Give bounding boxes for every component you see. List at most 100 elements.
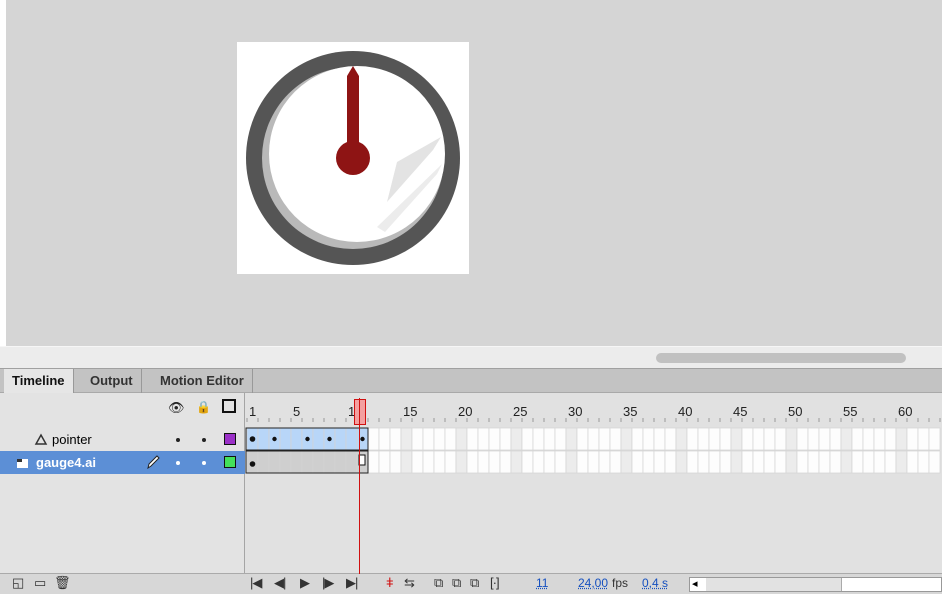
scrollbar-thumb[interactable] [656, 353, 906, 363]
lock-dot[interactable] [202, 461, 206, 465]
lock-icon[interactable]: 🔒 [196, 400, 211, 414]
tab-output[interactable]: Output [82, 369, 142, 393]
frame-cell [290, 427, 303, 451]
frame-rate-value[interactable]: 24,00 [578, 576, 608, 590]
scroll-left-icon[interactable]: ◂ [692, 577, 698, 590]
keyframe-dot [360, 436, 365, 442]
eye-icon[interactable]: 👁 [168, 400, 185, 416]
frame-cell [763, 450, 776, 474]
stage-area[interactable] [0, 0, 942, 346]
frame-cell [345, 450, 358, 474]
frame-cell [917, 427, 930, 451]
artboard[interactable] [237, 42, 469, 274]
pencil-icon [147, 455, 160, 469]
frame-cell [708, 427, 721, 451]
frame-cell [840, 450, 853, 474]
step-back-icon[interactable]: ◀| [274, 575, 286, 591]
frame-cell [257, 450, 270, 474]
frame-cell [367, 427, 380, 451]
frame-cell [400, 450, 413, 474]
layer-name[interactable]: pointer [52, 432, 92, 447]
frame-cell [851, 450, 864, 474]
frame-cell [928, 427, 941, 451]
outline-color-swatch[interactable] [224, 456, 236, 468]
stage-horizontal-scrollbar[interactable] [0, 346, 942, 368]
frame-cell [884, 450, 897, 474]
guide-layer-icon [34, 433, 48, 445]
onion-skin-outlines-icon[interactable]: ⧉ [452, 575, 461, 591]
ruler-label: 20 [458, 404, 472, 419]
tab-motion-editor[interactable]: Motion Editor [152, 369, 253, 393]
ruler-label: 60 [898, 404, 912, 419]
layer-row-pointer[interactable]: pointer [0, 428, 245, 451]
frame-cell [873, 427, 886, 451]
frames-area[interactable]: 151015202530354045505560 [245, 393, 942, 573]
current-frame-readout[interactable]: 11 [536, 576, 548, 590]
visibility-dot[interactable] [176, 461, 180, 465]
frame-cell [851, 427, 864, 451]
frame-cell [642, 427, 655, 451]
layer-name[interactable]: gauge4.ai [36, 455, 96, 470]
modify-onion-markers-icon[interactable]: [·] [490, 575, 500, 590]
frame-cell [257, 427, 270, 451]
frame-cell [884, 427, 897, 451]
go-to-first-frame-icon[interactable]: |◀ [250, 575, 262, 591]
play-icon[interactable]: ▶ [300, 575, 310, 591]
loop-icon[interactable]: ⇆ [404, 575, 415, 591]
center-frame-icon[interactable]: ǂ [386, 575, 394, 590]
elapsed-time[interactable]: 0,4 s [642, 576, 668, 590]
layer-row-gauge4[interactable]: gauge4.ai [0, 451, 245, 474]
frame-cell [928, 450, 941, 474]
frame-cell [521, 450, 534, 474]
frame-cell [532, 427, 545, 451]
frame-grid[interactable]: 151015202530354045505560 [245, 393, 942, 573]
frame-cell [686, 427, 699, 451]
frame-cell [466, 450, 479, 474]
onion-skin-icon[interactable]: ⧉ [434, 575, 443, 591]
keyframe-dot [249, 436, 256, 442]
outline-color-swatch[interactable] [224, 433, 236, 445]
frame-cell [543, 427, 556, 451]
gauge-needle [347, 66, 359, 152]
frame-cell [752, 450, 765, 474]
new-folder-icon[interactable]: ▭ [34, 575, 46, 591]
new-layer-icon[interactable]: ◱ [12, 575, 24, 591]
frame-cell [895, 450, 908, 474]
tab-timeline[interactable]: Timeline [4, 369, 74, 393]
frame-cell [906, 450, 919, 474]
visibility-dot[interactable] [176, 438, 180, 442]
edit-multiple-frames-icon[interactable]: ⧉ [470, 575, 479, 591]
layer-icon [17, 459, 28, 468]
frame-cell [719, 450, 732, 474]
frame-rows[interactable] [245, 427, 941, 474]
frame-cell [422, 427, 435, 451]
frame-cell [400, 427, 413, 451]
frame-cell [741, 450, 754, 474]
frame-cell [818, 427, 831, 451]
frame-cell [763, 427, 776, 451]
frame-cell [587, 450, 600, 474]
delete-icon[interactable]: 🗑 [54, 575, 70, 591]
scrollbar-thumb[interactable] [706, 578, 842, 591]
frame-cell [279, 450, 292, 474]
frame-cell [521, 427, 534, 451]
gauge-needle-hub [336, 141, 370, 175]
step-forward-icon[interactable]: |▶ [322, 575, 334, 591]
outline-icon[interactable] [222, 399, 236, 413]
frame-cell [411, 450, 424, 474]
go-to-last-frame-icon[interactable]: ▶| [346, 575, 358, 591]
frame-cell [543, 450, 556, 474]
playhead-handle[interactable] [354, 399, 366, 425]
frame-cell [785, 427, 798, 451]
frame-cell [752, 427, 765, 451]
frames-horizontal-scrollbar[interactable]: ◂ [689, 577, 942, 592]
frame-cell [631, 450, 644, 474]
lock-dot[interactable] [202, 438, 206, 442]
frame-rate-unit: fps [612, 576, 629, 590]
frame-cell [510, 427, 523, 451]
frame-cell [730, 450, 743, 474]
playhead-line [359, 398, 360, 574]
ruler-label: 15 [403, 404, 417, 419]
frame-cell [840, 427, 853, 451]
frame-cell [312, 450, 325, 474]
